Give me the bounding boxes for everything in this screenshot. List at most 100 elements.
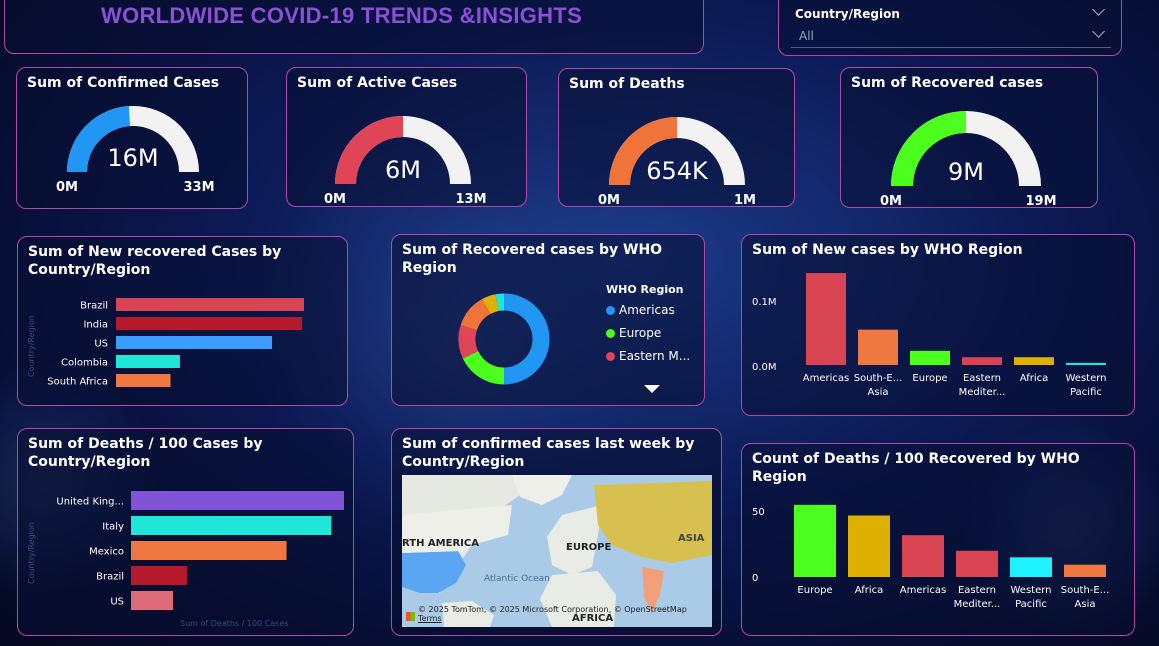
card-title: Sum of confirmed cases last week by Coun… (402, 436, 695, 470)
chevron-down-icon[interactable] (1092, 25, 1105, 38)
bar-category-label: Europe (912, 373, 947, 384)
bar-category-label: South Africa (47, 377, 108, 388)
bar-category-label: Mexico (89, 547, 124, 558)
slicer-dropdown[interactable]: All (791, 23, 1111, 48)
legend-dot (606, 352, 615, 361)
bar-category-label: Americas (803, 373, 849, 384)
legend-label: Americas (619, 303, 675, 317)
bar (794, 504, 836, 577)
legend-dot (606, 306, 615, 315)
donut-slice (460, 299, 491, 331)
legend-item[interactable]: Americas (606, 303, 675, 317)
bar (962, 357, 1002, 365)
y-tick-label: 0 (752, 573, 758, 584)
legend-title: WHO Region (606, 283, 684, 296)
region-usa (402, 551, 466, 593)
page-title: WORLDWIDE COVID-19 TRENDS &INSIGHTS (101, 3, 583, 28)
bar-category-label: South-E... (854, 373, 903, 384)
map-label-ocean: Atlantic Ocean (484, 574, 550, 584)
bar-category-label: Italy (102, 522, 124, 533)
gauge-card-active[interactable]: Sum of Active Cases 6M 0M 13M (286, 67, 527, 207)
bar-category-label: US (94, 339, 108, 350)
map-label-europe: EUROPE (566, 542, 611, 553)
map-card-confirmed-last-week[interactable]: Sum of confirmed cases last week by Coun… (391, 428, 722, 636)
bar (806, 273, 846, 365)
terms-link[interactable]: Terms (418, 614, 442, 623)
bar (131, 591, 174, 610)
legend-label: Europe (619, 326, 662, 340)
bar (1066, 362, 1106, 365)
chart-card-new-recovered[interactable]: Sum of New recovered Cases by Country/Re… (17, 236, 348, 406)
bar-category-label: Eastern (958, 585, 996, 596)
bar (1010, 557, 1052, 577)
bar-category-label: Africa (1020, 373, 1049, 384)
bar (131, 541, 287, 560)
slicer-value: All (799, 29, 814, 43)
legend-scroll-down-icon[interactable] (644, 385, 660, 393)
gauge-min-label: 0M (598, 193, 620, 208)
chart-deaths-100-recovered: Europe Africa Americas Eastern Mediter... Wes… (752, 504, 1110, 610)
chart-new-cases-region: Americas South-E... Asia Europe Eastern Medit… (752, 273, 1107, 398)
bar-category-label: Mediter... (954, 599, 1001, 610)
gauge-card-deaths[interactable]: Sum of Deaths 654K 0M 1M (558, 68, 795, 208)
bar (902, 535, 944, 577)
map-label-na: RTH AMERICA (402, 538, 479, 549)
region-asia (594, 481, 712, 563)
bar (956, 550, 998, 577)
legend-item[interactable]: Europe (606, 326, 661, 340)
map-canvas[interactable]: RTH AMERICA EUROPE ASIA Atlantic Ocean A… (402, 475, 712, 627)
bar (1064, 564, 1106, 577)
bar-category-label: Mediter... (959, 387, 1006, 398)
chart-card-deaths-100-cases[interactable]: Sum of Deaths / 100 Cases by Country/Reg… (17, 428, 354, 636)
country-region-slicer[interactable]: Country/Region All (778, 0, 1122, 56)
legend-item[interactable]: Eastern M... (606, 349, 690, 363)
bar (116, 317, 303, 330)
chart-card-recovered-region[interactable]: Sum of Recovered cases by WHO Region WHO… (391, 234, 705, 406)
bar (848, 515, 890, 577)
gauge-value: 654K (646, 157, 709, 185)
map-attribution: © 2025 TomTom, © 2025 Microsoft Corporat… (418, 605, 712, 623)
gauge-confirmed: 16M 0M 33M (56, 106, 215, 195)
bar-category-label: Western (1065, 373, 1106, 384)
bar-category-label: Pacific (1015, 599, 1047, 610)
bar (116, 298, 304, 311)
gauge-card-confirmed[interactable]: Sum of Confirmed Cases 16M 0M 33M (16, 67, 248, 209)
y-axis-title: Country/Region (27, 522, 36, 584)
donut-slice (458, 324, 479, 359)
bar-category-label: Brazil (96, 572, 124, 583)
y-axis-title: Country/Region (27, 315, 36, 377)
slicer-label: Country/Region (795, 7, 900, 21)
y-tick-label: 0.0M (752, 362, 777, 373)
gauge-value: 9M (948, 158, 984, 186)
bing-logo-icon (406, 612, 415, 621)
bar (858, 329, 898, 365)
bar-category-label: South-E... (1061, 585, 1110, 596)
chevron-down-icon[interactable] (1092, 3, 1105, 16)
bar-category-label: Eastern (963, 373, 1001, 384)
bar-category-label: Europe (797, 585, 832, 596)
chart-card-deaths-100-recovered[interactable]: Count of Deaths / 100 Recovered by WHO R… (741, 443, 1135, 636)
map-label-asia: ASIA (678, 533, 705, 544)
attribution-text: © 2025 TomTom, © 2025 Microsoft Corporat… (418, 605, 687, 614)
bar (910, 350, 950, 365)
chart-card-new-cases-region[interactable]: Sum of New cases by WHO Region Americas S… (741, 234, 1135, 416)
y-tick-label: 0.1M (752, 297, 777, 308)
bar-category-label: Colombia (61, 358, 108, 369)
bar-category-label: Asia (1075, 599, 1096, 610)
title-card: WORLDWIDE COVID-19 TRENDS &INSIGHTS (4, 0, 704, 54)
bar (131, 566, 188, 585)
gauge-max-label: 13M (455, 192, 486, 207)
gauge-min-label: 0M (56, 180, 78, 195)
gauge-min-label: 0M (324, 192, 346, 207)
gauge-value: 16M (107, 144, 158, 172)
bar-category-label: India (83, 320, 108, 331)
bar-category-label: Pacific (1070, 387, 1102, 398)
gauge-card-recovered[interactable]: Sum of Recovered cases 9M 0M 19M (840, 67, 1098, 209)
donut-slice (495, 293, 505, 312)
bar (116, 355, 180, 368)
bar (116, 374, 171, 387)
bar-category-label: Brazil (80, 301, 108, 312)
bar-category-label: US (110, 597, 124, 608)
gauge-max-label: 19M (1025, 194, 1056, 209)
bar (116, 336, 273, 349)
